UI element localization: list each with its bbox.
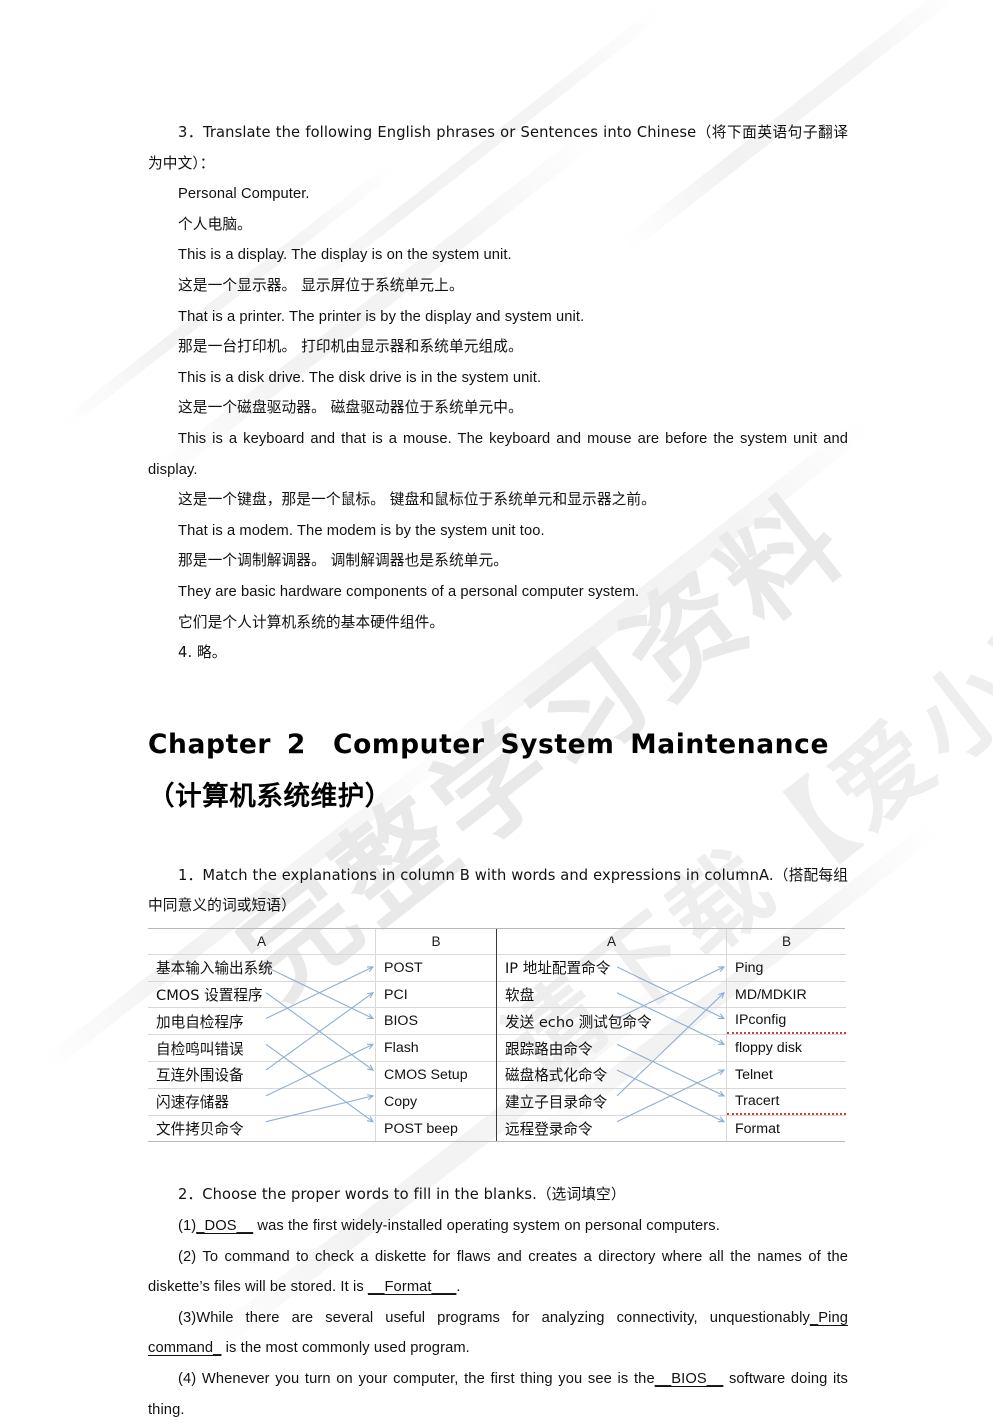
right-term-0: IP 地址配置命令: [497, 954, 727, 981]
left-answer-3: Flash: [384, 1040, 419, 1057]
table-row: IP 地址配置命令 Ping: [497, 954, 846, 982]
left-answer-6: POST beep: [384, 1120, 458, 1137]
exercise3-item-6: This is a disk drive. The disk drive is …: [178, 369, 542, 386]
column-header-b: B: [431, 933, 441, 949]
page-content: 3．Translate the following English phrase…: [148, 118, 848, 1425]
table-row: 自检鸣叫错误 Flash: [148, 1035, 496, 1063]
right-answer-0: Ping: [735, 959, 764, 976]
exercise3-item-9: 这是一个键盘，那是一个鼠标。 键盘和鼠标位于系统单元和显示器之前。: [178, 491, 656, 509]
exercise3-item-1: 个人电脑。: [178, 215, 252, 233]
left-answer-4: CMOS Setup: [384, 1066, 468, 1083]
exercise2-q3: (3)While there are several useful progra…: [148, 1303, 848, 1364]
table-row: 发送 echo 测试包命令 IPconfig: [497, 1008, 846, 1036]
q2-suffix: .: [456, 1279, 461, 1296]
left-term-0: 基本输入输出系统: [148, 954, 376, 981]
matching-tables: A B 基本输入输出系统 POST CMOS 设置程序 PCI 加电自检程序 B…: [148, 927, 846, 1143]
exercise3-item-5: 那是一台打印机。 打印机由显示器和系统单元组成。: [178, 338, 523, 356]
exercise1-heading: 1．Match the explanations in column B wit…: [148, 866, 848, 915]
table-row: 互连外围设备 CMOS Setup: [148, 1062, 496, 1089]
matching-table-right: A B IP 地址配置命令 Ping 软盘 MD/MDKIR 发送 echo 测…: [497, 928, 846, 1142]
right-answer-6: Format: [735, 1120, 780, 1137]
exercise3-item-0: Personal Computer.: [178, 186, 310, 203]
exercise3-item-10: That is a modem. The modem is by the sys…: [178, 522, 545, 539]
table-header-row: A B: [497, 928, 846, 955]
right-answer-5: Tracert: [727, 1089, 846, 1115]
right-answer-2: IPconfig: [727, 1008, 846, 1035]
q1-prefix: (1): [178, 1218, 197, 1235]
matching-table-left: A B 基本输入输出系统 POST CMOS 设置程序 PCI 加电自检程序 B…: [148, 928, 497, 1142]
exercise3-item-4: That is a printer. The printer is by the…: [178, 308, 585, 325]
q1-answer-blank: _DOS__: [196, 1218, 254, 1235]
right-term-6: 远程登录命令: [497, 1115, 727, 1142]
q4-answer-blank: __BIOS__: [654, 1371, 724, 1388]
left-term-6: 文件拷贝命令: [148, 1115, 376, 1142]
exercise3-item-12: They are basic hardware components of a …: [178, 583, 640, 600]
chapter-title: Chapter 2 Computer System Maintenance（计算…: [148, 728, 830, 812]
right-term-1: 软盘: [497, 981, 727, 1008]
column-header-a: A: [497, 928, 727, 954]
table-row: 软盘 MD/MDKIR: [497, 981, 846, 1009]
exercise3-item-11: 那是一个调制解调器。 调制解调器也是系统单元。: [178, 552, 509, 570]
q2-prefix: (2) To command to check a diskette for f…: [148, 1248, 848, 1296]
table-header-row: A B: [148, 928, 496, 955]
right-term-4: 磁盘格式化命令: [497, 1062, 727, 1088]
right-answer-3: floppy disk: [735, 1040, 803, 1057]
exercise3-heading: 3．Translate the following English phrase…: [148, 124, 848, 172]
table-row: 跟踪路由命令 floppy disk: [497, 1035, 846, 1063]
left-answer-0: POST: [384, 959, 423, 976]
right-answer-4: Telnet: [735, 1066, 773, 1083]
table-row: 建立子目录命令 Tracert: [497, 1088, 846, 1116]
exercise3-item-8: This is a keyboard and that is a mouse. …: [148, 430, 848, 478]
right-answer-1: MD/MDKIR: [735, 986, 807, 1003]
q1-suffix: was the first widely-installed operating…: [253, 1218, 720, 1235]
column-header-b: B: [781, 933, 792, 949]
left-answer-2: BIOS: [384, 1013, 418, 1030]
table-row: 文件拷贝命令 POST beep: [148, 1115, 496, 1142]
left-term-4: 互连外围设备: [148, 1062, 376, 1088]
left-answer-5: Copy: [384, 1093, 418, 1110]
table-row: 闪速存储器 Copy: [148, 1088, 496, 1116]
left-term-2: 加电自检程序: [148, 1008, 376, 1035]
exercise3-item-2: This is a display. The display is on the…: [178, 247, 512, 264]
exercise2-q2: (2) To command to check a diskette for f…: [148, 1242, 848, 1303]
table-row: 磁盘格式化命令 Telnet: [497, 1062, 846, 1089]
q4-prefix: (4) Whenever you turn on your computer, …: [178, 1371, 655, 1388]
exercise3-item-7: 这是一个磁盘驱动器。 磁盘驱动器位于系统单元中。: [178, 399, 523, 417]
table-row: 加电自检程序 BIOS: [148, 1008, 496, 1036]
exercise2-heading: 2．Choose the proper words to fill in the…: [178, 1186, 626, 1204]
column-header-a: A: [148, 928, 376, 954]
table-row: 远程登录命令 Format: [497, 1115, 846, 1142]
left-term-5: 闪速存储器: [148, 1088, 376, 1115]
right-term-3: 跟踪路由命令: [497, 1035, 727, 1062]
exercise3-item-3: 这是一个显示器。 显示屏位于系统单元上。: [178, 276, 464, 294]
q3-prefix: (3)While there are several useful progra…: [178, 1309, 810, 1326]
exercise2-q4: (4) Whenever you turn on your computer, …: [148, 1364, 848, 1425]
q2-answer-blank: __Format___: [367, 1279, 457, 1296]
exercise3-item-13: 它们是个人计算机系统的基本硬件组件。: [178, 613, 445, 631]
right-term-2: 发送 echo 测试包命令: [497, 1008, 727, 1035]
right-term-5: 建立子目录命令: [497, 1088, 727, 1115]
left-answer-1: PCI: [384, 986, 408, 1003]
exercise3-item-14: 4. 略。: [178, 644, 227, 662]
q3-suffix: is the most commonly used program.: [221, 1340, 470, 1357]
left-term-1: CMOS 设置程序: [148, 981, 376, 1008]
document-page: 3．Translate the following English phrase…: [0, 0, 993, 1418]
left-term-3: 自检鸣叫错误: [148, 1035, 376, 1062]
table-row: 基本输入输出系统 POST: [148, 954, 496, 982]
table-row: CMOS 设置程序 PCI: [148, 981, 496, 1009]
exercise2-q1: (1)_DOS__ was the first widely-installed…: [148, 1211, 848, 1242]
